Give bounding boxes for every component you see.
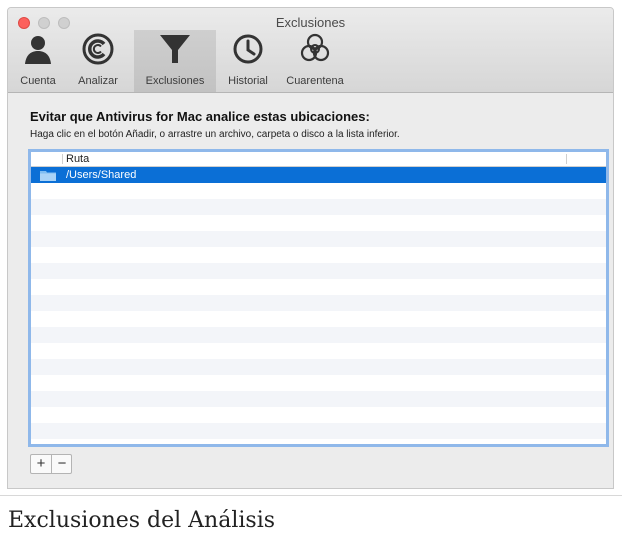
empty-row [31, 183, 606, 199]
empty-row [31, 215, 606, 231]
person-icon [25, 36, 51, 64]
biohazard-icon [300, 33, 330, 62]
empty-row [31, 231, 606, 247]
empty-row [31, 263, 606, 279]
empty-row [31, 375, 606, 391]
add-remove-buttons: + − [30, 454, 72, 474]
empty-row [31, 391, 606, 407]
exclusions-list[interactable]: Ruta /Users/Shared [28, 149, 609, 447]
funnel-icon [160, 35, 190, 63]
scan-icon [82, 33, 114, 65]
tab-cuenta[interactable]: Cuenta [12, 30, 64, 92]
folder-icon [40, 171, 56, 181]
empty-row [31, 311, 606, 327]
tab-label-exclusiones: Exclusiones [145, 75, 205, 87]
header-divider [62, 154, 63, 164]
empty-row [31, 407, 606, 423]
tab-label-cuarentena: Cuarentena [286, 75, 344, 87]
tab-label-analizar: Analizar [78, 75, 118, 87]
tab-analizar[interactable]: Analizar [68, 30, 128, 92]
clock-icon [233, 34, 263, 64]
empty-row [31, 199, 606, 215]
page-heading: Evitar que Antivirus for Mac analice est… [30, 109, 370, 124]
empty-row [31, 247, 606, 263]
empty-row [31, 423, 606, 439]
empty-row [31, 295, 606, 311]
app-window: Exclusiones Cuenta Analizar Exclusiones [7, 7, 614, 489]
empty-row [31, 343, 606, 359]
tab-label-historial: Historial [228, 75, 268, 87]
titlebar: Exclusiones Cuenta Analizar Exclusiones [8, 8, 613, 93]
tab-cuarentena[interactable]: Cuarentena [280, 30, 350, 92]
window-title: Exclusiones [275, 15, 346, 30]
figure-caption: Exclusiones del Análisis [8, 508, 276, 533]
empty-row [31, 279, 606, 295]
empty-row [31, 327, 606, 343]
empty-row [31, 359, 606, 375]
remove-button[interactable]: − [52, 455, 72, 473]
header-divider [566, 154, 567, 164]
add-button[interactable]: + [31, 455, 52, 473]
instructions-text: Haga clic en el botón Añadir, o arrastre… [30, 129, 400, 140]
tab-historial[interactable]: Historial [220, 30, 276, 92]
tab-exclusiones[interactable]: Exclusiones [134, 30, 216, 92]
divider [0, 495, 622, 496]
list-rows: /Users/Shared [31, 167, 606, 444]
empty-row [31, 439, 606, 444]
list-header: Ruta [31, 152, 606, 167]
tab-label-cuenta: Cuenta [20, 75, 56, 87]
list-item[interactable]: /Users/Shared [31, 167, 606, 183]
list-item-path: /Users/Shared [66, 169, 137, 181]
column-header-ruta[interactable]: Ruta [66, 152, 89, 166]
